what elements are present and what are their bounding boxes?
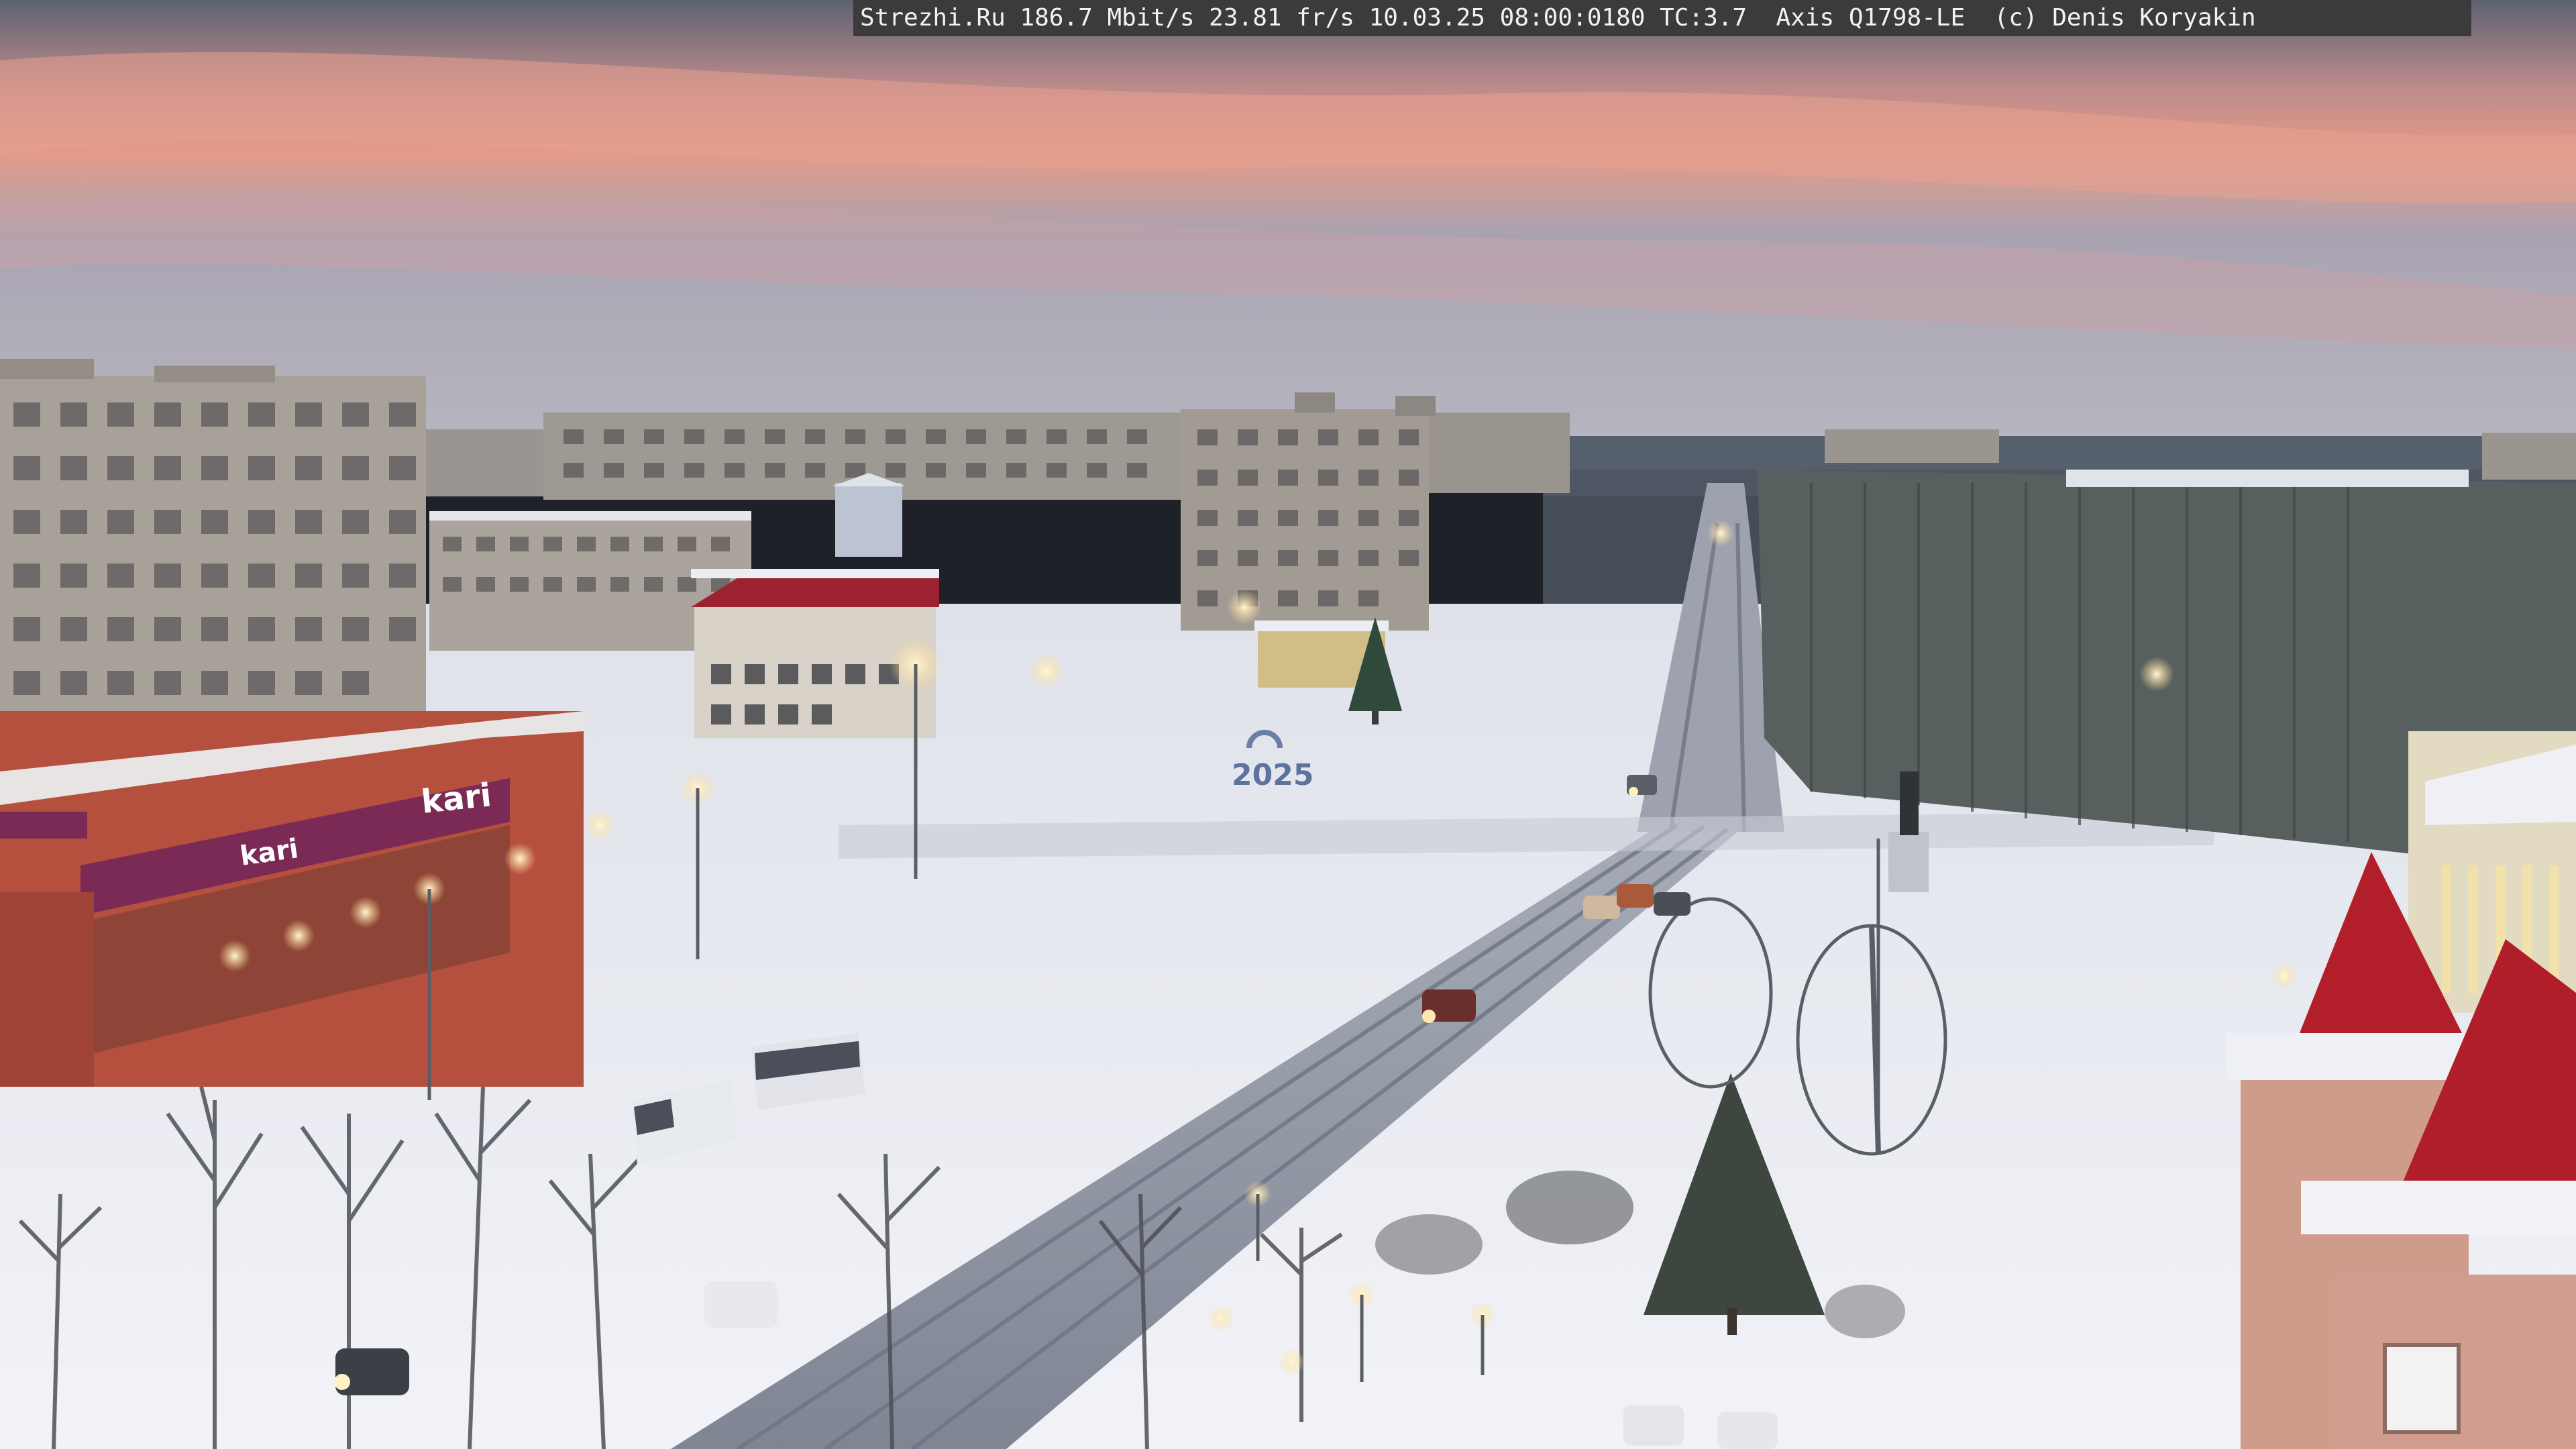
car (1627, 775, 1657, 796)
shopping-center-left: kari kari (0, 711, 584, 1087)
camera-info-overlay: Strezhi.Ru 186.7 Mbit/s 23.81 fr/s 10.03… (853, 0, 2471, 36)
snow-on-forest (2066, 470, 2469, 487)
car (334, 1348, 409, 1395)
car (1617, 884, 1654, 908)
car (1717, 1412, 1778, 1449)
yellow-building-roof (1254, 621, 1389, 631)
car (1654, 892, 1690, 916)
car (1583, 896, 1620, 919)
cultural-center-right (2408, 731, 2576, 1013)
webcam-scene: 2025 kari kari (0, 0, 2576, 1449)
car (704, 1281, 778, 1328)
monument-year-text: 2025 (1232, 758, 1313, 792)
car (1422, 989, 1476, 1023)
car (1623, 1405, 1684, 1446)
store-sign-kari: kari (419, 776, 493, 821)
